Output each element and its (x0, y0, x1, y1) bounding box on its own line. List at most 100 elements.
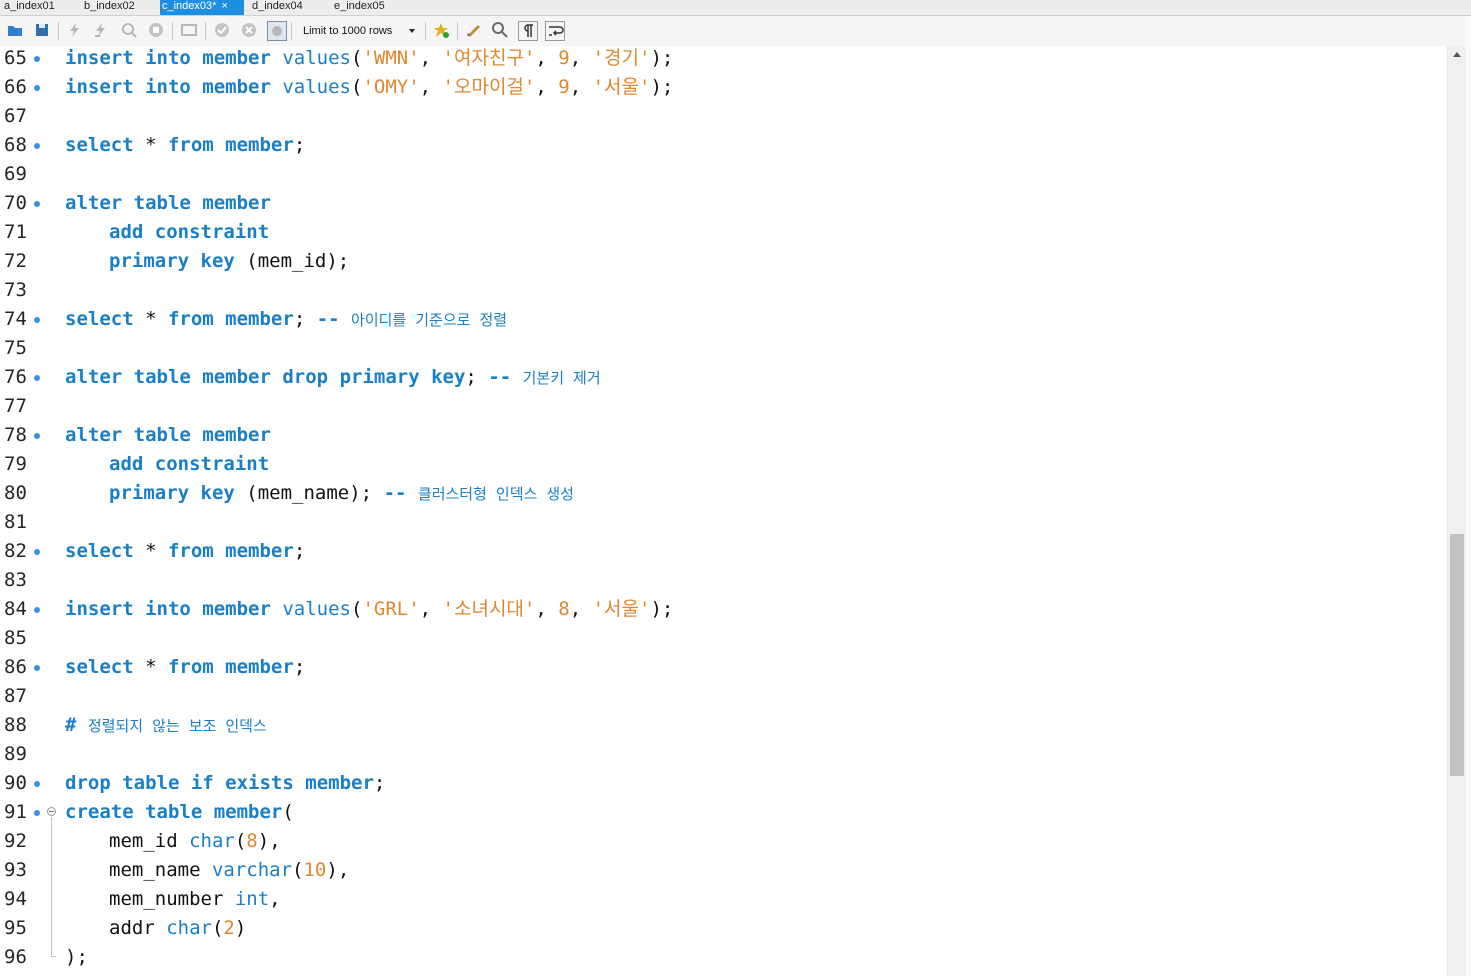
code-text: ); (65, 943, 88, 972)
tab-b-index02[interactable]: b_index02 (82, 0, 137, 15)
stop-icon[interactable] (147, 21, 165, 39)
line-number: 84 (4, 598, 27, 620)
code-line[interactable]: 74 select * from member; -- 아이디를 기준으로 정렬 (0, 305, 1440, 334)
open-folder-icon[interactable] (6, 21, 24, 39)
code-token: into (145, 76, 203, 98)
fold-toggle-icon[interactable] (47, 807, 56, 816)
code-line[interactable]: 78 alter table member (0, 421, 1440, 450)
save-icon[interactable] (33, 21, 51, 39)
scrollbar-thumb[interactable] (1450, 534, 1464, 776)
autocommit-icon[interactable] (267, 21, 287, 41)
code-line[interactable]: 77 (0, 392, 1440, 421)
wrap-icon[interactable] (545, 21, 565, 41)
code-text: mem_number int, (65, 885, 281, 914)
tab-d-index04[interactable]: d_index04 (250, 0, 305, 15)
code-line[interactable]: 85 (0, 624, 1440, 653)
bookmark-icon[interactable] (432, 21, 450, 39)
code-line[interactable]: 76 alter table member drop primary key; -… (0, 363, 1440, 392)
code-token: ); (65, 946, 88, 968)
toolbar-separator (457, 22, 458, 40)
code-token: ) (234, 917, 247, 939)
code-line[interactable]: 71 add constraint (0, 218, 1440, 247)
code-token: , (569, 47, 593, 69)
code-token: ( (282, 801, 294, 823)
code-line[interactable]: 73 (0, 276, 1440, 305)
execute-icon[interactable] (66, 21, 84, 39)
code-line[interactable]: 66 insert into member values('OMY', '오마이걸… (0, 73, 1440, 102)
code-token: member (305, 772, 374, 794)
code-token: , (569, 76, 593, 98)
tab-label: c_index03* (162, 0, 217, 12)
code-token: varchar (211, 859, 293, 881)
code-token: ; (293, 134, 306, 156)
commit-icon[interactable] (213, 21, 231, 39)
code-line[interactable]: 91 create table member( (0, 798, 1440, 827)
window-edge (1466, 16, 1471, 976)
code-line[interactable]: 80 primary key (mem_name); -- 클러스터형 인덱스 생… (0, 479, 1440, 508)
code-line[interactable]: 93 mem_name varchar(10), (0, 856, 1440, 885)
code-line[interactable]: 95 addr char(2) (0, 914, 1440, 943)
code-token: (mem_id); (246, 250, 350, 272)
code-text: mem_name varchar(10), (65, 856, 349, 885)
code-line[interactable]: 65 insert into member values('WMN', '여자친구… (0, 44, 1440, 73)
code-line[interactable]: 79 add constraint (0, 450, 1440, 479)
line-number: 89 (4, 743, 27, 765)
code-line[interactable]: 96); (0, 943, 1440, 972)
code-line[interactable]: 84 insert into member values('GRL', '소녀시대… (0, 595, 1440, 624)
code-text: mem_id char(8), (65, 827, 281, 856)
code-text: add constraint (65, 218, 269, 247)
code-line[interactable]: 81 (0, 508, 1440, 537)
code-line[interactable]: 89 (0, 740, 1440, 769)
rollback-icon[interactable] (240, 21, 258, 39)
code-line[interactable]: 92 mem_id char(8), (0, 827, 1440, 856)
invisible-chars-icon[interactable] (518, 21, 538, 41)
code-line[interactable]: 88 # 정렬되지 않는 보조 인덱스 (0, 711, 1440, 740)
line-number: 68 (4, 134, 27, 156)
tab-c-index03[interactable]: c_index03* × (160, 0, 244, 15)
code-token: mem_id (109, 830, 190, 852)
code-token: ( (351, 47, 363, 69)
find-icon[interactable] (491, 21, 509, 39)
statement-marker-icon (34, 810, 40, 816)
beautify-icon[interactable] (465, 21, 483, 39)
code-token: 기본키 제거 (522, 369, 601, 387)
sql-code-editor[interactable]: 65 insert into member values('WMN', '여자친구… (0, 46, 1447, 976)
code-token: table (133, 424, 203, 446)
code-token: , (569, 598, 593, 620)
statement-marker-icon (34, 85, 40, 91)
code-token: ); (650, 47, 674, 69)
code-line[interactable]: 94 mem_number int, (0, 885, 1440, 914)
code-token: insert (65, 598, 146, 620)
code-line[interactable]: 70 alter table member (0, 189, 1440, 218)
code-line[interactable]: 87 (0, 682, 1440, 711)
code-text: add constraint (65, 450, 269, 479)
execute-current-icon[interactable] (92, 21, 110, 39)
toggle-results-icon[interactable] (180, 21, 198, 39)
code-line[interactable]: 75 (0, 334, 1440, 363)
code-token: create (65, 801, 146, 823)
tab-a-index01[interactable]: a_index01 (2, 0, 57, 15)
scroll-up-icon[interactable] (1453, 52, 1461, 57)
code-line[interactable]: 83 (0, 566, 1440, 595)
code-line[interactable]: 86 select * from member; (0, 653, 1440, 682)
code-line[interactable]: 68 select * from member; (0, 131, 1440, 160)
code-text: alter table member drop primary key; -- … (65, 363, 601, 393)
code-token: member (202, 366, 283, 388)
vertical-scrollbar[interactable] (1447, 46, 1466, 976)
limit-rows-select[interactable]: Limit to 1000 rows (297, 21, 419, 41)
code-token: 'GRL' (362, 598, 420, 620)
editor-tab-strip: a_index01 b_index02 c_index03* × d_index0… (0, 0, 1471, 16)
code-token: , (535, 76, 559, 98)
code-line[interactable]: 72 primary key (mem_id); (0, 247, 1440, 276)
code-line[interactable]: 67 (0, 102, 1440, 131)
line-number: 76 (4, 366, 27, 388)
code-line[interactable]: 69 (0, 160, 1440, 189)
code-token: drop (282, 366, 340, 388)
explain-icon[interactable] (120, 21, 138, 39)
code-line[interactable]: 90 drop table if exists member; (0, 769, 1440, 798)
close-tab-icon[interactable]: × (221, 0, 227, 12)
chevron-down-icon (409, 29, 415, 33)
tab-e-index05[interactable]: e_index05 (332, 0, 387, 15)
code-token: , (419, 47, 443, 69)
code-line[interactable]: 82 select * from member; (0, 537, 1440, 566)
